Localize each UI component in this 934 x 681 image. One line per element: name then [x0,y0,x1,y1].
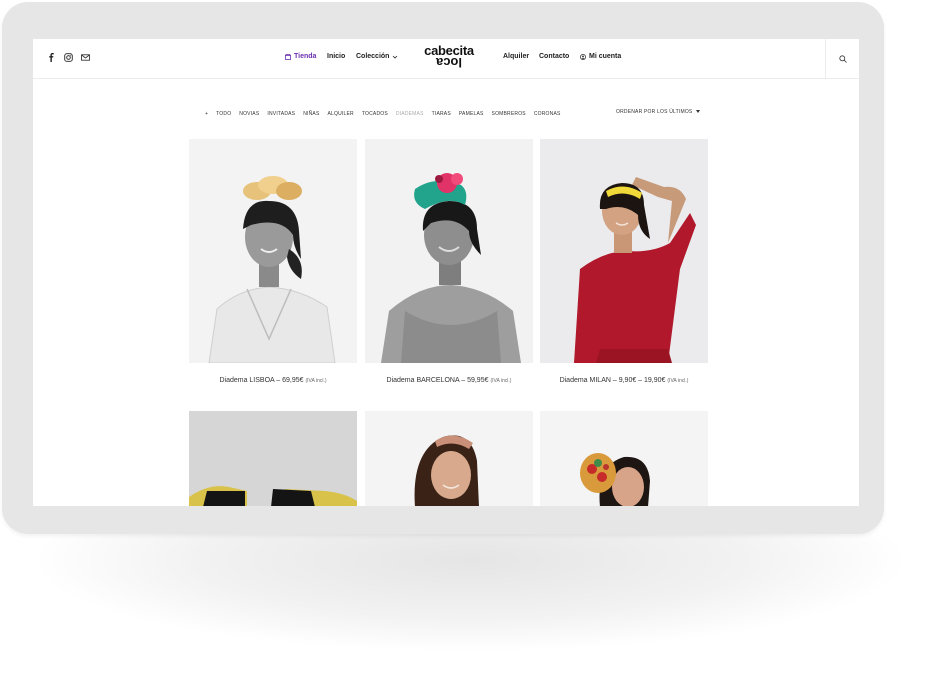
nav-alquiler-label: Alquiler [503,53,530,60]
nav-contacto-label: Contacto [539,53,570,60]
product-tax-note: (IVA incl.) [490,378,512,384]
chevron-down-icon [392,54,398,60]
product-price: 69,95€ [282,377,304,384]
product-tax-note: (IVA incl.) [305,378,327,384]
nav-tienda-label: Tienda [294,53,317,60]
social-links [47,53,90,62]
search-icon [839,55,847,63]
product-caption[interactable]: Diadema MILAN – 9,90€ – 19,90€ (IVA incl… [530,377,718,384]
user-icon [580,53,586,60]
nav-alquiler[interactable]: Alquiler [503,53,529,60]
nav-tienda[interactable]: Tienda [285,53,316,60]
device-mockup: Tienda Inicio Colección cabecita loca Al… [0,0,934,681]
nav-coleccion[interactable]: Colección [356,53,398,60]
nav-inicio[interactable]: Inicio [327,53,345,60]
filter-tocados[interactable]: TOCADOS [362,111,388,117]
sort-label: ORDENAR POR LOS ÚLTIMOS [616,109,693,115]
product-image[interactable] [189,411,357,506]
filter-invitadas[interactable]: INVITADAS [267,111,295,117]
product-image[interactable] [540,411,708,506]
product-price: 59,95€ [467,377,489,384]
nav-coleccion-label: Colección [356,53,390,60]
nav-mi-cuenta-label: Mi cuenta [589,53,622,60]
nav-mi-cuenta[interactable]: Mi cuenta [580,53,621,60]
store-icon [285,53,291,60]
filter-coronas[interactable]: CORONAS [534,111,561,117]
mail-icon[interactable] [81,53,90,62]
product-caption[interactable]: Diadema BARCELONA – 59,95€ (IVA incl.) [355,377,543,384]
filter-pamelas[interactable]: PAMELAS [459,111,484,117]
sort-dropdown[interactable]: ORDENAR POR LOS ÚLTIMOS [616,109,701,115]
logo-line2: loca [436,55,463,70]
caret-down-icon [696,110,701,114]
product-tax-note: (IVA incl.) [667,378,689,384]
filter-tiaras[interactable]: TIARAS [432,111,451,117]
category-filters: + TODO NOVIAS INVITADAS NIÑAS ALQUILER T… [205,109,561,119]
product-image[interactable] [365,139,533,363]
filter-sombreros[interactable]: SOMBREROS [492,111,526,117]
filter-novias[interactable]: NOVIAS [239,111,259,117]
nav-inicio-label: Inicio [327,53,346,60]
filter-plus[interactable]: + [205,111,208,117]
nav-contacto[interactable]: Contacto [539,53,569,60]
instagram-icon[interactable] [64,53,73,62]
filter-ninas[interactable]: NIÑAS [303,111,319,117]
product-caption[interactable]: Diadema LISBOA – 69,95€ (IVA incl.) [179,377,367,384]
product-name: Diadema MILAN [559,377,611,384]
search-button[interactable] [825,39,859,79]
product-name: Diadema LISBOA [219,377,275,384]
browser-screen: Tienda Inicio Colección cabecita loca Al… [33,39,859,506]
product-image[interactable] [189,139,357,363]
filter-todo[interactable]: TODO [216,111,231,117]
product-image[interactable] [540,139,708,363]
filter-diademas[interactable]: DIADEMAS [396,111,424,117]
facebook-icon[interactable] [47,53,56,62]
product-price: 9,90€ – 19,90€ [618,377,666,384]
tablet-frame: Tienda Inicio Colección cabecita loca Al… [2,2,884,534]
site-logo[interactable]: cabecita loca [413,44,485,70]
filter-alquiler[interactable]: ALQUILER [328,111,354,117]
product-image[interactable] [365,411,533,506]
product-name: Diadema BARCELONA [386,377,460,384]
site-header: Tienda Inicio Colección cabecita loca Al… [33,39,859,79]
